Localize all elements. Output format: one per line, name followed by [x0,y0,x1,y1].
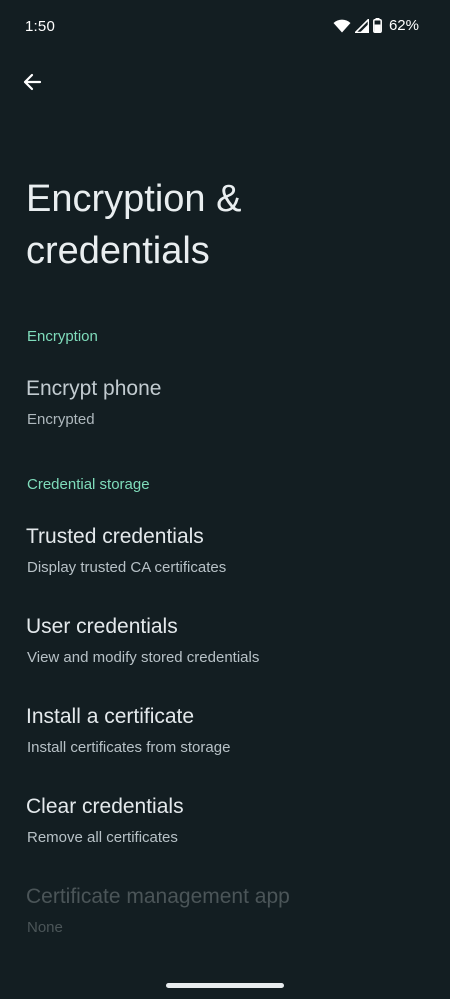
section-header-encryption: Encryption [27,328,98,345]
wifi-icon [333,19,351,33]
page-title: Encryption & credentials [26,178,242,272]
cellular-signal-icon [354,18,369,33]
home-indicator[interactable] [166,983,284,988]
pref-certificate-management-app: Certificate management app None [0,885,450,975]
pref-summary: None [27,919,63,936]
arrow-left-icon [22,72,42,97]
pref-title: Clear credentials [26,795,184,818]
pref-summary: Encrypted [27,411,95,428]
pref-title: Trusted credentials [26,525,204,548]
status-icons: 62% [333,17,419,34]
pref-summary: Remove all certificates [27,829,178,846]
battery-icon [373,18,382,33]
pref-clear-credentials[interactable]: Clear credentials Remove all certificate… [0,795,450,885]
status-bar: 1:50 62% [0,0,450,56]
pref-summary: Display trusted CA certificates [27,559,227,576]
pref-title: Install a certificate [26,705,195,728]
pref-summary: Install certificates from storage [27,739,231,756]
back-button[interactable] [14,66,50,102]
pref-trusted-credentials[interactable]: Trusted credentials Display trusted CA c… [0,525,450,615]
pref-encrypt-phone[interactable]: Encrypt phone Encrypted [0,377,450,467]
pref-summary: View and modify stored credentials [27,649,260,666]
status-time: 1:50 [25,18,55,35]
section-header-credential-storage: Credential storage [27,476,150,493]
battery-percent: 62% [388,17,419,34]
pref-install-certificate[interactable]: Install a certificate Install certificat… [0,705,450,795]
pref-title: Encrypt phone [26,377,162,400]
pref-user-credentials[interactable]: User credentials View and modify stored … [0,615,450,705]
pref-title: Certificate management app [26,885,290,908]
pref-title: User credentials [26,615,178,638]
